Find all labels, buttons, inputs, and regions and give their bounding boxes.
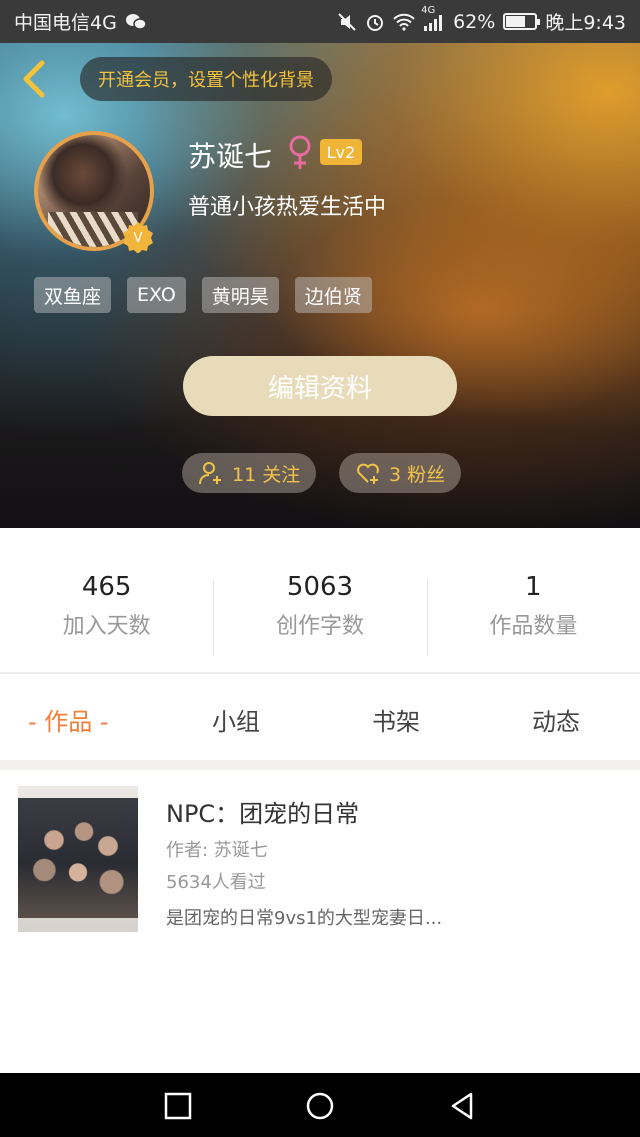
alarm-icon [365, 12, 385, 32]
tab-bar: - 作品 - 小组 书架 动态 [0, 680, 640, 758]
edit-profile-button[interactable]: 编辑资料 [183, 356, 457, 416]
tag[interactable]: 边伯贤 [294, 277, 372, 313]
stat-value: 5063 [286, 572, 354, 602]
person-add-icon [199, 462, 221, 485]
bio-text: 普通小孩热爱生活中 [188, 195, 387, 220]
female-icon [286, 135, 314, 171]
tab-works[interactable]: - 作品 - [28, 702, 109, 737]
tag[interactable]: 黄明昊 [201, 277, 279, 313]
battery-percent: 62% [453, 10, 496, 33]
stat-value: 465 [81, 572, 132, 602]
level-badge: Lv2 [320, 139, 362, 165]
section-gap [0, 760, 640, 770]
stat-label: 创作字数 [275, 614, 364, 639]
wechat-icon [125, 13, 147, 31]
svg-text:V: V [134, 231, 143, 246]
following-count: 11 关注 [232, 463, 301, 486]
followers-count: 3 粉丝 [389, 463, 446, 486]
system-nav-bar [0, 1073, 640, 1137]
back-button[interactable] [16, 59, 52, 99]
tag-list: 双鱼座 EXO 黄明昊 边伯贤 [34, 277, 372, 313]
signal-icon: 4G [421, 5, 445, 31]
profile-header: 开通会员，设置个性化背景 V 苏诞七 Lv2 普通小孩热爱生活中 双鱼座 EXO… [0, 43, 640, 528]
followers-button[interactable]: 3 粉丝 [339, 453, 462, 493]
status-bar: 中国电信4G 4G 62% 晚上9:43 [0, 0, 640, 43]
tag[interactable]: 双鱼座 [34, 277, 112, 313]
triangle-back-icon [451, 1092, 473, 1120]
heart-add-icon [357, 463, 379, 484]
square-icon [164, 1092, 192, 1120]
stat-word-count: 5063 创作字数 [213, 556, 426, 656]
circle-icon [306, 1092, 334, 1120]
recent-apps-button[interactable] [163, 1091, 193, 1121]
following-button[interactable]: 11 关注 [182, 453, 317, 493]
stat-label: 加入天数 [62, 614, 151, 639]
tab-bookshelf[interactable]: 书架 [372, 702, 420, 737]
divider [0, 672, 640, 674]
v-badge-icon: V [122, 221, 154, 254]
tag[interactable]: EXO [127, 277, 186, 313]
chevron-left-icon [23, 60, 45, 98]
work-cover-image [18, 786, 138, 932]
carrier-label: 中国电信4G [14, 12, 117, 34]
network-type-label: 4G [421, 4, 436, 16]
work-views: 5634人看过 [166, 872, 266, 893]
tab-groups[interactable]: 小组 [212, 702, 260, 737]
mute-icon [337, 12, 357, 32]
work-description: 是团宠的日常9vs1的大型宠妻日... [166, 908, 443, 929]
stats-row: 465 加入天数 5063 创作字数 1 作品数量 [0, 556, 640, 656]
work-title: NPC：团宠的日常 [166, 800, 360, 828]
clock: 晚上9:43 [545, 12, 626, 34]
stat-value: 1 [525, 572, 542, 602]
battery-icon [503, 13, 541, 30]
username: 苏诞七 [188, 140, 273, 173]
stat-join-days: 465 加入天数 [0, 556, 213, 656]
work-author: 作者: 苏诞七 [166, 840, 268, 861]
tab-activity[interactable]: 动态 [532, 702, 580, 737]
stat-label: 作品数量 [489, 614, 578, 639]
vip-banner[interactable]: 开通会员，设置个性化背景 [80, 57, 332, 101]
work-card[interactable]: NPC：团宠的日常 作者: 苏诞七 5634人看过 是团宠的日常9vs1的大型宠… [10, 770, 630, 948]
back-nav-button[interactable] [447, 1091, 477, 1121]
wifi-icon [393, 13, 415, 31]
stat-works-count: 1 作品数量 [426, 556, 640, 656]
home-button[interactable] [305, 1091, 335, 1121]
